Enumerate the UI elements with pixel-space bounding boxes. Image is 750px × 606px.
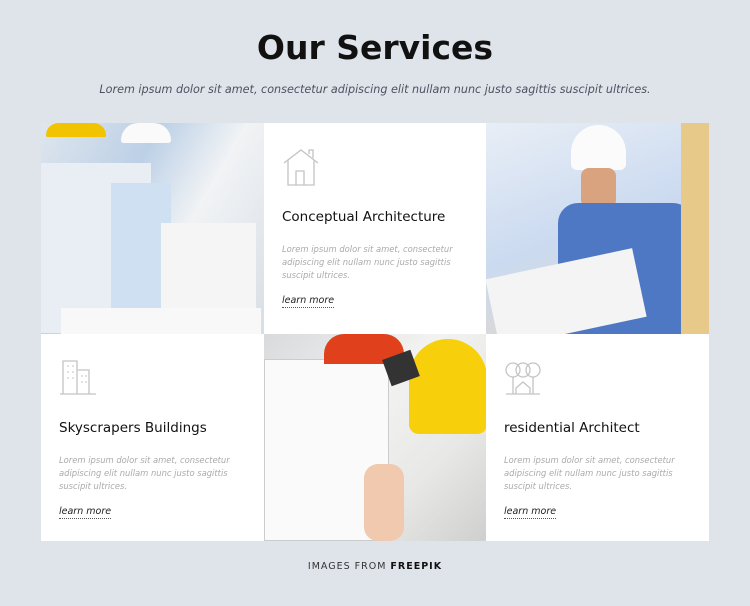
learn-more-link[interactable]: learn more [59,506,112,519]
trees-house-icon [505,362,541,395]
engineer-with-blueprint-photo [486,123,709,334]
service-card-conceptual-architecture: Conceptual Architecture Lorem ipsum dolo… [264,123,486,334]
card-title: Conceptual Architecture [282,209,446,225]
card-text: Lorem ipsum dolor sit amet, consectetur … [282,244,453,280]
credit-prefix: IMAGES FROM [307,561,387,572]
house-icon [283,149,319,186]
card-text: Lorem ipsum dolor sit amet, consectetur … [59,455,230,491]
image-credit: IMAGES FROM FREEPIK [0,561,750,572]
page-title: Our Services [256,28,494,67]
card-title: Skyscrapers Buildings [59,420,207,436]
learn-more-link[interactable]: learn more [282,295,335,308]
blueprints-and-helmet-photo [264,334,486,541]
card-text: Lorem ipsum dolor sit amet, consectetur … [504,455,675,491]
buildings-icon [60,360,96,395]
learn-more-link[interactable]: learn more [504,506,557,519]
service-card-skyscrapers-buildings: Skyscrapers Buildings Lorem ipsum dolor … [41,334,264,541]
services-grid: Conceptual Architecture Lorem ipsum dolo… [41,123,709,541]
card-title: residential Architect [504,420,640,436]
service-card-residential-architect: residential Architect Lorem ipsum dolor … [486,334,709,541]
engineers-team-photo [41,123,264,334]
credit-brand-link[interactable]: FREEPIK [390,561,442,572]
page-subtitle: Lorem ipsum dolor sit amet, consectetur … [99,83,651,96]
